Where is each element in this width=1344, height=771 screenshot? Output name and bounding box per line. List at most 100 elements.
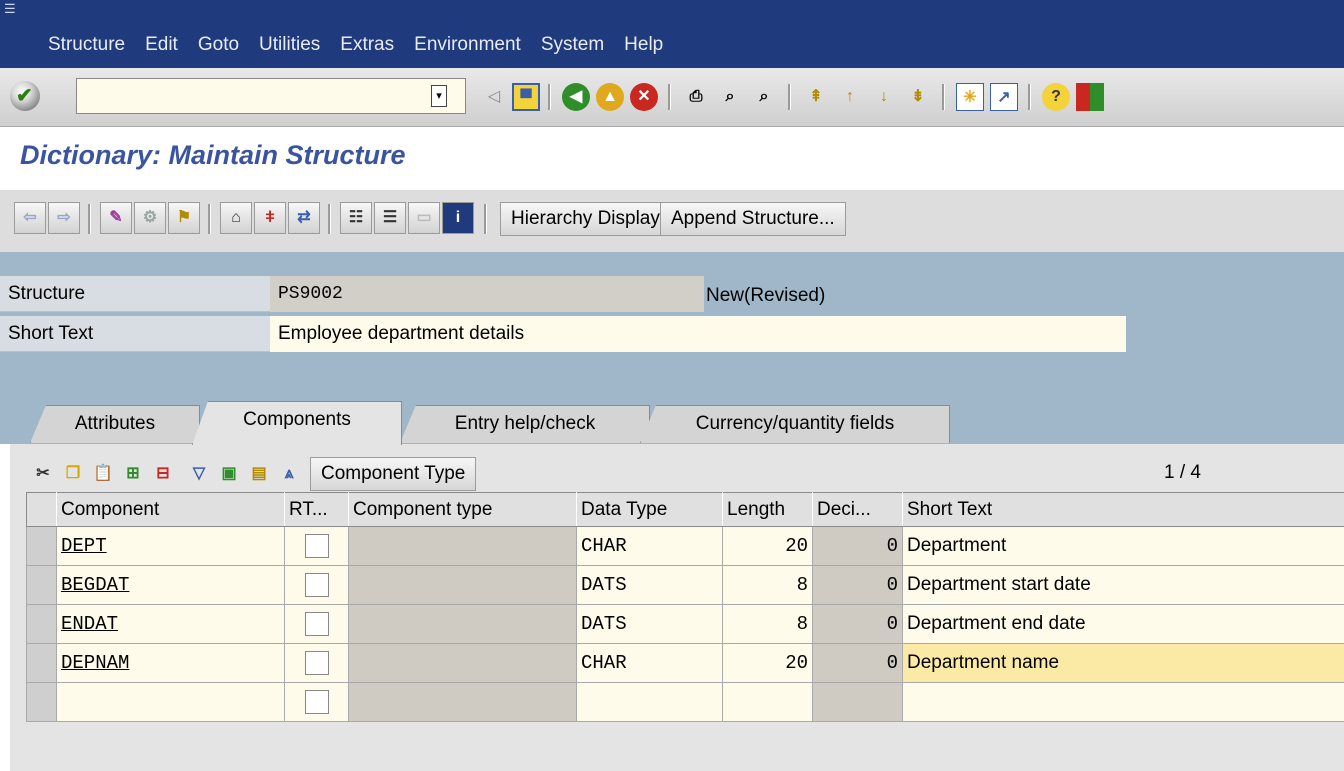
command-history-icon[interactable]: ▾ xyxy=(431,85,447,107)
hierarchy-display-button[interactable]: Hierarchy Display xyxy=(500,202,671,236)
rt-checkbox-cell[interactable] xyxy=(284,526,349,566)
help-icon[interactable]: ? xyxy=(1042,83,1070,111)
menu-structure[interactable]: Structure xyxy=(48,34,125,56)
short-text-cell[interactable]: Department xyxy=(902,526,1344,566)
rt-checkbox[interactable] xyxy=(304,690,329,714)
component-cell[interactable] xyxy=(56,682,285,722)
menu-utilities[interactable]: Utilities xyxy=(259,34,320,56)
next-page-icon[interactable]: ↓ xyxy=(870,83,898,111)
back-icon[interactable]: ◀ xyxy=(562,83,590,111)
column-header[interactable]: Component xyxy=(56,492,285,527)
short-text-cell[interactable]: Department end date xyxy=(902,604,1344,644)
insert-row-icon[interactable]: ⊞ xyxy=(120,461,146,487)
length-cell[interactable]: 8 xyxy=(722,604,813,644)
rt-checkbox-cell[interactable] xyxy=(284,682,349,722)
column-header[interactable]: Deci... xyxy=(812,492,903,527)
shortcut-icon[interactable]: ↗ xyxy=(990,83,1018,111)
component-type-button[interactable]: Component Type xyxy=(310,457,477,491)
short-text-cell[interactable] xyxy=(902,682,1344,722)
column-header[interactable]: Length xyxy=(722,492,813,527)
command-input[interactable] xyxy=(77,79,381,111)
row-selector[interactable] xyxy=(26,643,57,683)
data-type-cell[interactable]: CHAR xyxy=(576,526,723,566)
print-icon[interactable]: ⎙ xyxy=(682,83,710,111)
data-type-cell[interactable] xyxy=(576,682,723,722)
cancel-icon[interactable]: ✕ xyxy=(630,83,658,111)
layout-icon[interactable] xyxy=(1076,83,1104,111)
length-cell[interactable]: 20 xyxy=(722,643,813,683)
column-header[interactable]: Component type xyxy=(348,492,577,527)
menu-edit[interactable]: Edit xyxy=(145,34,178,56)
menu-help[interactable]: Help xyxy=(624,34,663,56)
hierarchy-icon[interactable]: ☷ xyxy=(340,202,372,234)
short-text-field[interactable]: Employee department details xyxy=(270,316,1126,352)
short-text-cell[interactable]: Department name xyxy=(902,643,1344,683)
tab-entry-help-check[interactable]: Entry help/check xyxy=(400,405,650,443)
last-page-icon[interactable]: ⇟ xyxy=(904,83,932,111)
length-cell[interactable]: 8 xyxy=(722,565,813,605)
menu-extras[interactable]: Extras xyxy=(340,34,394,56)
rt-checkbox[interactable] xyxy=(304,534,329,558)
row-selector[interactable] xyxy=(26,604,57,644)
filter-icon[interactable]: ▽ xyxy=(186,461,212,487)
save-icon[interactable]: ▀ xyxy=(512,83,540,111)
rt-checkbox[interactable] xyxy=(304,612,329,636)
delete-row-icon[interactable]: ⊟ xyxy=(150,461,176,487)
display-change-icon[interactable]: ✎ xyxy=(100,202,132,234)
other-object-icon[interactable]: ▭ xyxy=(408,202,440,234)
rt-checkbox[interactable] xyxy=(304,573,329,597)
data-type-cell[interactable]: CHAR xyxy=(576,643,723,683)
paste-icon[interactable]: 📋 xyxy=(90,461,116,487)
tab-attributes[interactable]: Attributes xyxy=(30,405,200,443)
column-header[interactable]: RT... xyxy=(284,492,349,527)
rt-checkbox-cell[interactable] xyxy=(284,604,349,644)
tab-currency-quantity-fields[interactable]: Currency/quantity fields xyxy=(640,405,950,443)
select-all-icon[interactable]: ▤ xyxy=(246,461,272,487)
row-selector[interactable] xyxy=(26,565,57,605)
rt-checkbox-cell[interactable] xyxy=(284,643,349,683)
navigation-icon[interactable]: ⇄ xyxy=(288,202,320,234)
where-used-icon[interactable]: ⌂ xyxy=(220,202,252,234)
rt-checkbox[interactable] xyxy=(304,651,329,675)
copy-icon[interactable]: ❐ xyxy=(60,461,86,487)
append-structure-button[interactable]: Append Structure... xyxy=(660,202,846,236)
cut-icon[interactable]: ✂ xyxy=(30,461,56,487)
check-icon[interactable]: ⚙ xyxy=(134,202,166,234)
component-cell[interactable]: DEPNAM xyxy=(56,643,285,683)
data-type-cell[interactable]: DATS xyxy=(576,604,723,644)
forward-nav-icon[interactable]: ⇨ xyxy=(48,202,80,234)
new-rows-icon[interactable]: ▣ xyxy=(216,461,242,487)
menu-environment[interactable]: Environment xyxy=(414,34,521,56)
short-text-cell[interactable]: Department start date xyxy=(902,565,1344,605)
system-menu-icon[interactable]: ☰ xyxy=(4,2,18,16)
previous-page-icon[interactable]: ↑ xyxy=(836,83,864,111)
first-page-icon[interactable]: ⇞ xyxy=(802,83,830,111)
row-selector[interactable] xyxy=(26,526,57,566)
exit-icon[interactable]: ▲ xyxy=(596,83,624,111)
component-cell[interactable]: BEGDAT xyxy=(56,565,285,605)
rt-checkbox-cell[interactable] xyxy=(284,565,349,605)
length-cell[interactable]: 20 xyxy=(722,526,813,566)
graphic-icon[interactable]: ☰ xyxy=(374,202,406,234)
sort-icon[interactable]: ⩓ xyxy=(276,461,302,487)
select-all-column[interactable] xyxy=(26,492,57,527)
menu-goto[interactable]: Goto xyxy=(198,34,239,56)
object-list-icon[interactable]: ǂ xyxy=(254,202,286,234)
structure-field[interactable]: PS9002 xyxy=(270,276,704,312)
tab-components[interactable]: Components xyxy=(192,401,402,445)
component-cell[interactable]: DEPT xyxy=(56,526,285,566)
menu-system[interactable]: System xyxy=(541,34,604,56)
create-session-icon[interactable]: ✳ xyxy=(956,83,984,111)
back-arrow-icon[interactable]: ◁ xyxy=(480,83,508,111)
activate-icon[interactable]: ⚑ xyxy=(168,202,200,234)
row-selector[interactable] xyxy=(26,682,57,722)
enter-icon[interactable]: ✔ xyxy=(10,81,40,111)
back-nav-icon[interactable]: ⇦ xyxy=(14,202,46,234)
length-cell[interactable] xyxy=(722,682,813,722)
column-header[interactable]: Short Text xyxy=(902,492,1344,527)
column-header[interactable]: Data Type xyxy=(576,492,723,527)
component-cell[interactable]: ENDAT xyxy=(56,604,285,644)
data-type-cell[interactable]: DATS xyxy=(576,565,723,605)
find-icon[interactable]: ⌕ xyxy=(716,83,744,111)
find-next-icon[interactable]: ⌕ xyxy=(750,83,778,111)
